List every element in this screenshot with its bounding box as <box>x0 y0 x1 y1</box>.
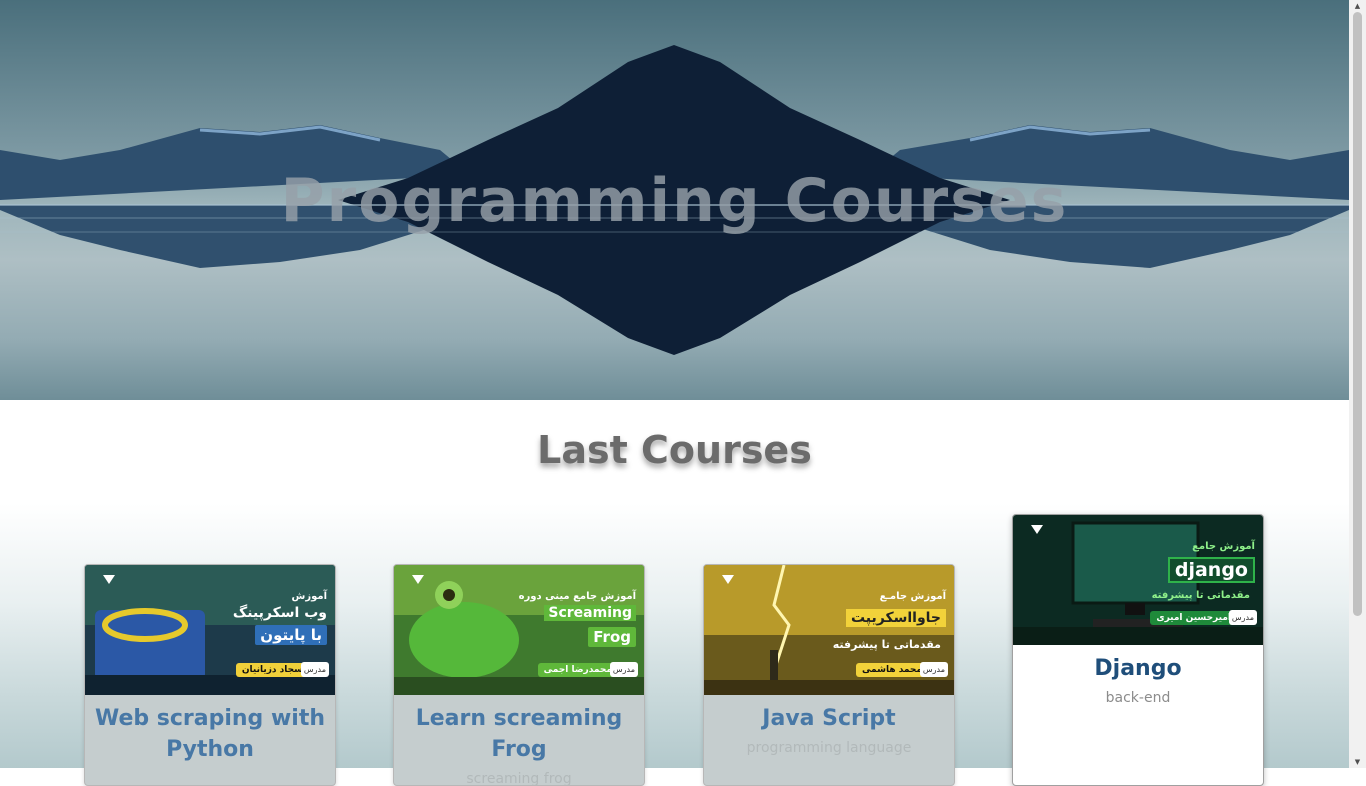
brand-logo-icon <box>1031 525 1043 534</box>
section-title: Last Courses <box>537 428 812 472</box>
course-title[interactable]: Learn screaming Frog <box>400 703 638 765</box>
thumb-line2: مقدماتی تا پیشرفته <box>1151 590 1250 601</box>
course-title[interactable]: Web scraping with Python <box>91 703 329 765</box>
thumb-line1: وب اسکرپینگ <box>232 605 327 621</box>
course-card-web-scraping[interactable]: آموزش وب اسکرپینگ با پایتون سجاد دزیانیا… <box>84 564 336 786</box>
course-card-javascript[interactable]: آموزش جامـع جاوااسکریپت مقدماتی تا پیشرف… <box>703 564 955 786</box>
course-thumbnail: آموزش جامع مینی دوره Screaming Frog محمد… <box>394 565 644 695</box>
thumb-line1: django <box>1167 557 1255 583</box>
page-scrollbar[interactable]: ▲ ▼ <box>1349 0 1366 768</box>
scroll-up-arrow-icon[interactable]: ▲ <box>1353 2 1362 10</box>
course-title[interactable]: Java Script <box>710 703 948 734</box>
course-card-django[interactable]: آموزش جامع django مقدماتی تا پیشرفته امی… <box>1012 514 1264 786</box>
course-title[interactable]: Django <box>1019 653 1257 684</box>
instructor-badge: محمد هاشمی <box>855 663 928 677</box>
course-subtitle: programming language <box>746 740 912 756</box>
thumb-line1: جاوااسکریپت <box>845 609 946 627</box>
course-thumbnail: آموزش وب اسکرپینگ با پایتون سجاد دزیانیا… <box>85 565 335 695</box>
thumb-line2: مقدماتی تا پیشرفته <box>832 638 941 651</box>
hero-title: Programming Courses <box>280 166 1069 236</box>
instructor-tag: مدرس <box>609 662 638 677</box>
scroll-down-arrow-icon[interactable]: ▼ <box>1353 758 1362 766</box>
instructor-tag: مدرس <box>1228 610 1257 625</box>
last-courses-section: Last Courses آموزش وب اسکرپینگ با پایتون… <box>0 400 1349 786</box>
brand-logo-icon <box>412 575 424 584</box>
course-subtitle: back-end <box>1105 690 1171 706</box>
course-card-screaming-frog[interactable]: آموزش جامع مینی دوره Screaming Frog محمد… <box>393 564 645 786</box>
thumb-line2: با پایتون <box>255 625 327 645</box>
thumb-kicker: آموزش جامـع <box>879 591 946 602</box>
thumb-kicker: آموزش جامع مینی دوره <box>518 591 636 602</box>
hero-banner: Programming Courses <box>0 0 1349 400</box>
course-thumbnail: آموزش جامع django مقدماتی تا پیشرفته امی… <box>1013 515 1263 645</box>
instructor-badge: امیرحسین امیری <box>1150 611 1237 625</box>
scrollbar-thumb[interactable] <box>1353 12 1362 616</box>
course-thumbnail: آموزش جامـع جاوااسکریپت مقدماتی تا پیشرف… <box>704 565 954 695</box>
thumb-line2: Frog <box>588 627 636 647</box>
instructor-tag: مدرس <box>300 662 329 677</box>
instructor-badge: سجاد دزیانیان <box>235 663 309 677</box>
course-subtitle: screaming frog <box>466 771 572 786</box>
thumb-line1: Screaming <box>544 605 636 621</box>
brand-logo-icon <box>103 575 115 584</box>
thumb-kicker: آموزش جامع <box>1192 541 1255 552</box>
instructor-tag: مدرس <box>919 662 948 677</box>
thumb-kicker: آموزش <box>291 591 327 602</box>
brand-logo-icon <box>722 575 734 584</box>
instructor-badge: محمدرضا اجمی <box>537 663 618 677</box>
